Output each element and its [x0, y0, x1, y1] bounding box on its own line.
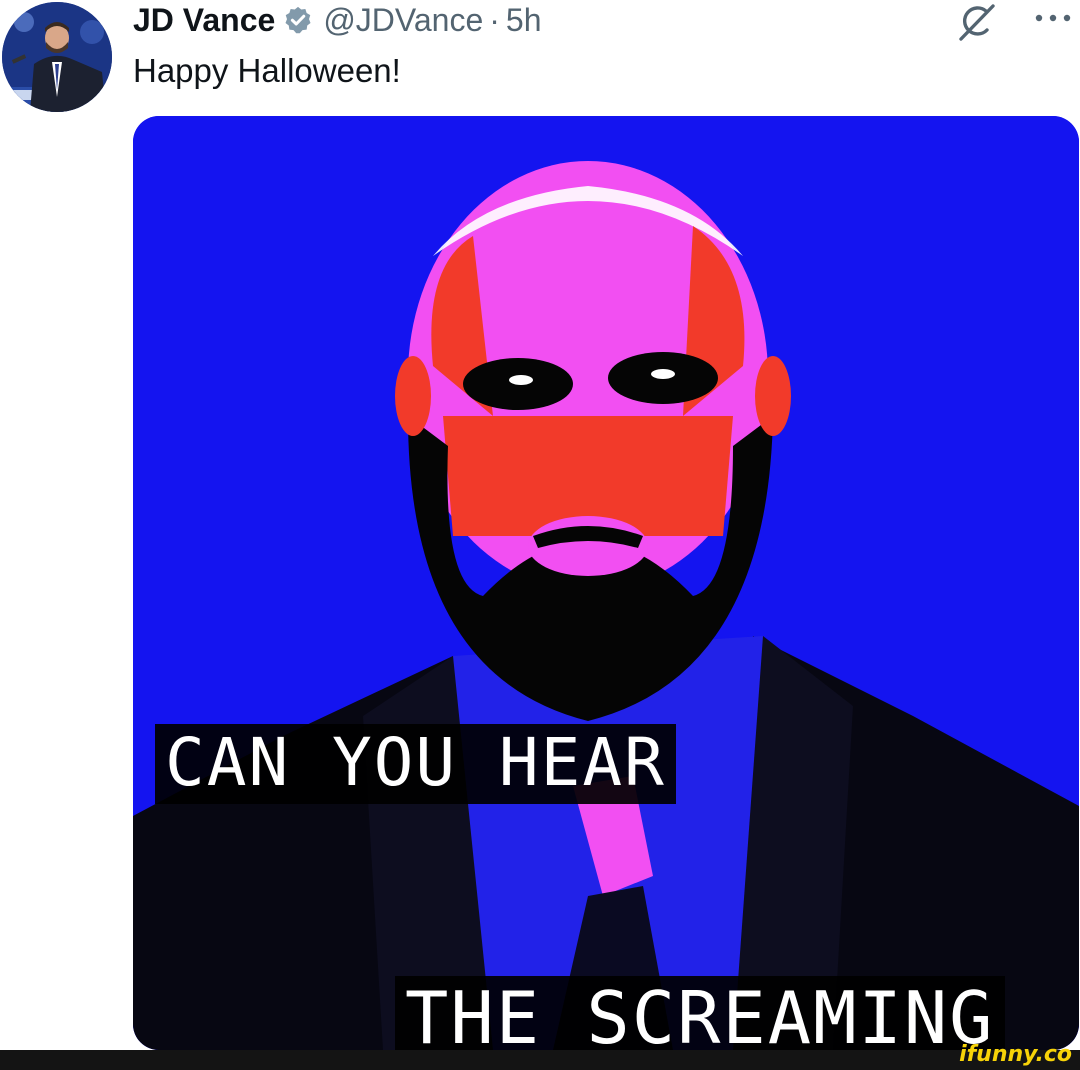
avatar-photo [2, 2, 112, 112]
tweet-header: JD Vance @JDVance · 5h [133, 0, 542, 40]
author-handle[interactable]: @JDVance [323, 2, 483, 39]
separator-dot: · [489, 1, 500, 38]
tweet-media-image[interactable]: CAN YOU HEAR THE SCREAMING [133, 116, 1079, 1050]
meme-caption-bottom: THE SCREAMING [395, 976, 1005, 1050]
timestamp[interactable]: 5h [506, 2, 542, 39]
grok-icon[interactable] [955, 2, 999, 42]
ifunny-watermark: ifunny.co [959, 1042, 1072, 1067]
avatar[interactable] [2, 2, 112, 112]
tweet-text: Happy Halloween! [133, 52, 401, 89]
verified-badge-icon [283, 5, 313, 35]
meme-illustration [133, 116, 1079, 1050]
watermark-bar [0, 1050, 1080, 1070]
author-name[interactable]: JD Vance [133, 2, 275, 39]
more-options-icon[interactable] [1030, 2, 1076, 38]
meme-caption-top: CAN YOU HEAR [155, 724, 676, 804]
